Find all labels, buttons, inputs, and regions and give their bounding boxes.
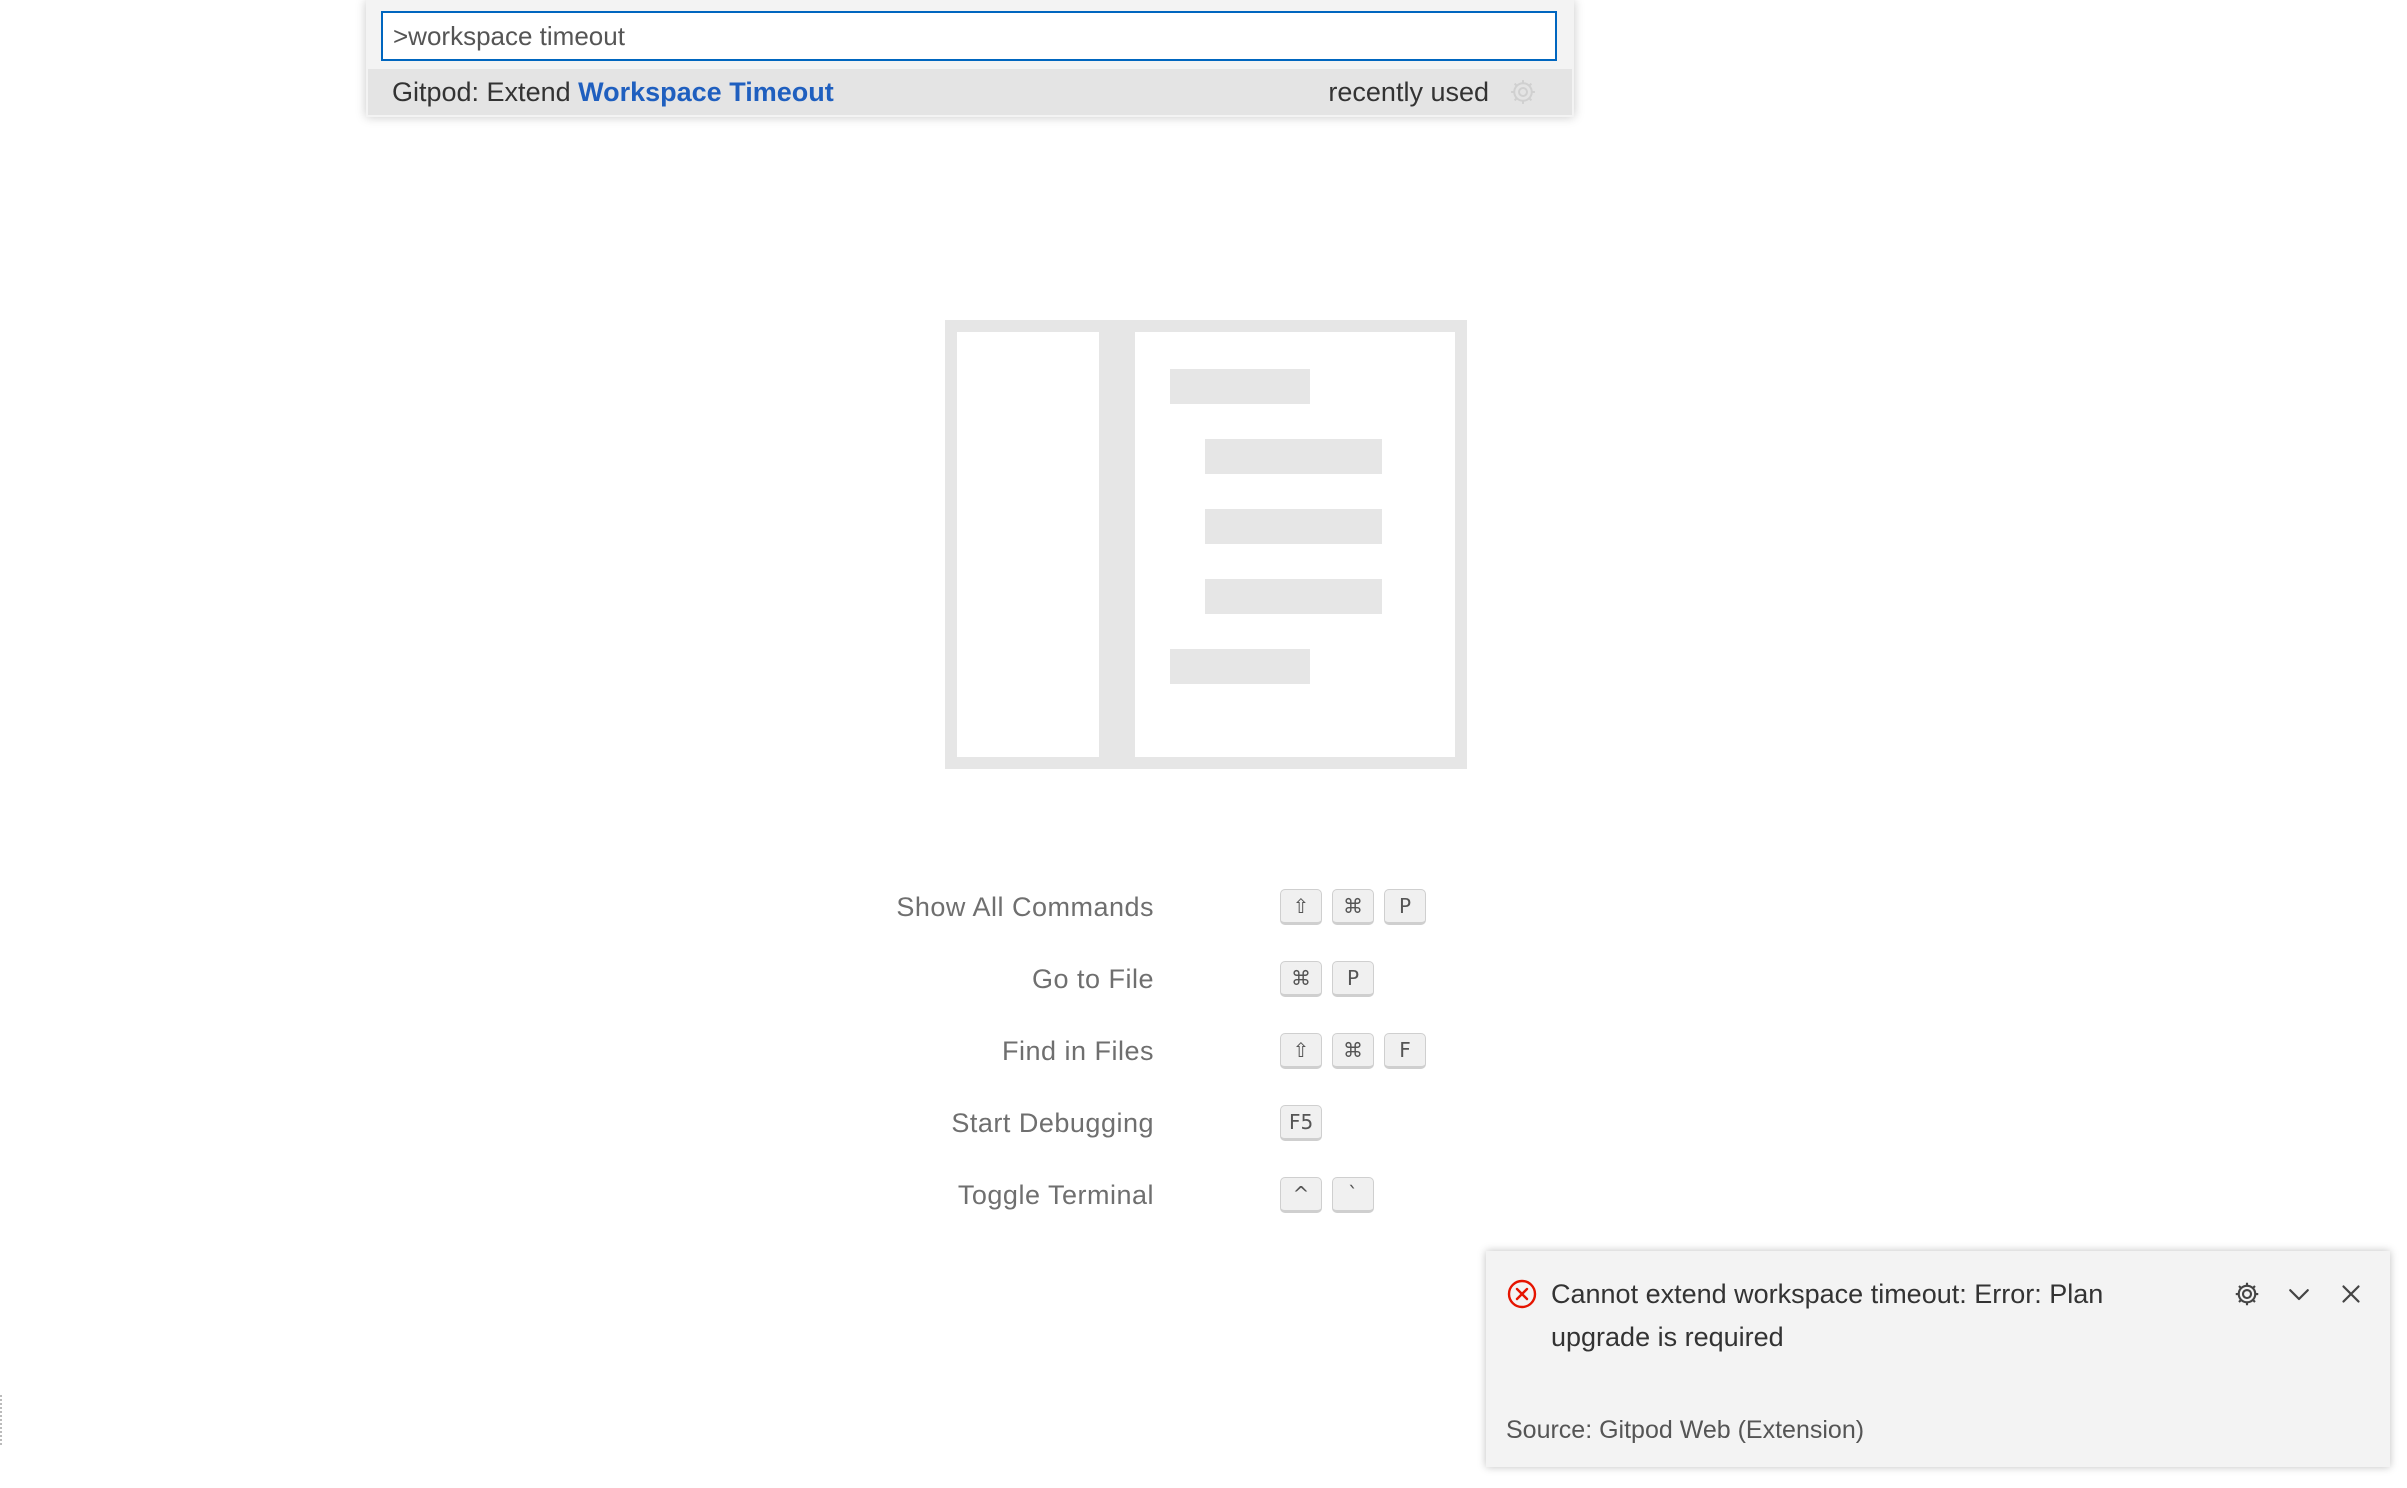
keybinding-key: ` — [1332, 1177, 1374, 1213]
keybinding-key: ⇧ — [1280, 889, 1322, 925]
gear-icon[interactable] — [1508, 77, 1538, 107]
gear-icon — [2235, 1282, 2259, 1306]
shortcut-keys: ⌘ P — [1280, 961, 1374, 997]
notification-actions — [2230, 1276, 2368, 1312]
shortcut-toggle-terminal: Toggle Terminal ^ ` — [900, 1176, 1600, 1214]
shortcut-label: Go to File — [1031, 964, 1154, 994]
editor-window: >workspace timeout Gitpod: Extend Worksp… — [0, 0, 2407, 1488]
shortcut-show-all-commands: Show All Commands ⇧ ⌘ P — [896, 888, 1600, 926]
notification-expand-button[interactable] — [2282, 1276, 2316, 1312]
shortcut-keys: ⇧ ⌘ P — [1280, 889, 1426, 925]
notification-message: Cannot extend workspace timeout: Error: … — [1551, 1279, 2104, 1352]
command-item-prefix: Gitpod: Extend — [392, 77, 579, 107]
shortcut-start-debugging: Start Debugging F5 — [900, 1104, 1600, 1142]
notification-source: Source: Gitpod Web (Extension) — [1506, 1416, 1865, 1444]
shortcut-keys: F5 — [1280, 1105, 1323, 1141]
keybinding-key: ⇧ — [1280, 1033, 1322, 1069]
command-item-description: recently used — [1328, 77, 1489, 107]
keybinding-key: ^ — [1280, 1177, 1322, 1213]
notification-settings-button[interactable] — [2230, 1276, 2264, 1312]
error-notification: Cannot extend workspace timeout: Error: … — [1486, 1251, 2390, 1467]
error-icon — [1507, 1279, 1537, 1309]
command-palette: >workspace timeout Gitpod: Extend Worksp… — [366, 0, 1574, 117]
keybinding-key: P — [1384, 889, 1426, 925]
keybinding-key: P — [1332, 961, 1374, 997]
shortcut-go-to-file: Go to File ⌘ P — [900, 960, 1600, 998]
chevron-down-icon — [2289, 1289, 2309, 1301]
shortcut-find-in-files: Find in Files ⇧ ⌘ F — [900, 1032, 1600, 1070]
shortcut-keys: ⇧ ⌘ F — [1280, 1033, 1426, 1069]
editor-layout-watermark-icon — [945, 320, 1467, 769]
notification-close-button[interactable] — [2334, 1276, 2368, 1312]
window-edge-indicator — [0, 1395, 5, 1445]
close-icon — [2342, 1285, 2360, 1303]
keybinding-key: ⌘ — [1332, 889, 1374, 925]
shortcut-label: Start Debugging — [951, 1108, 1154, 1138]
shortcut-label: Toggle Terminal — [957, 1180, 1154, 1210]
keybinding-key: ⌘ — [1332, 1033, 1374, 1069]
shortcut-label: Find in Files — [1001, 1036, 1154, 1066]
keybinding-key: F5 — [1280, 1105, 1323, 1141]
shortcut-label: Show All Commands — [896, 892, 1154, 922]
command-item-match-highlight: Workspace Timeout — [578, 77, 834, 107]
command-palette-item[interactable]: Gitpod: Extend Workspace Timeout recentl… — [368, 69, 1572, 115]
keybinding-key: ⌘ — [1280, 961, 1322, 997]
keybinding-key: F — [1384, 1033, 1426, 1069]
command-palette-input[interactable]: >workspace timeout — [381, 11, 1557, 61]
command-item-label: Gitpod: Extend Workspace Timeout — [392, 69, 834, 115]
shortcut-keys: ^ ` — [1280, 1177, 1374, 1213]
